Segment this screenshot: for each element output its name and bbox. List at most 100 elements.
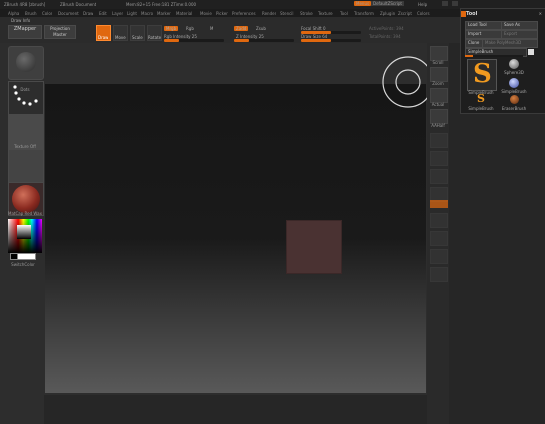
sculpted-object[interactable]	[286, 220, 342, 274]
texture-slot-label: Texture Off	[14, 144, 36, 149]
switch-color-button[interactable]: SwitchColor	[6, 262, 40, 267]
rotate-button[interactable]: Rotate	[147, 25, 162, 41]
active-points: ActivePoints: 394	[369, 26, 404, 31]
load-tool-button[interactable]: Load Tool	[465, 21, 502, 30]
scroll-label: Scroll	[432, 60, 444, 65]
zoom-icon[interactable]	[430, 67, 448, 82]
default-zscript-button[interactable]: DefaultZScript	[371, 1, 404, 6]
top-toolbar: Draw Info ZMapper Projection Master Draw…	[0, 17, 460, 43]
texture-slot[interactable]	[8, 149, 44, 183]
main-color-swatch[interactable]	[17, 253, 36, 260]
menu-item[interactable]: Picker	[216, 11, 228, 16]
memory-stats: Mem:82+15 Free:181 ZTime:0.000	[126, 2, 197, 7]
stroke-slot-label: Dots	[20, 87, 30, 92]
rgb-toggle[interactable]: Rgb	[186, 26, 194, 31]
current-tool-slider-fill	[465, 55, 474, 57]
persp-icon[interactable]	[430, 133, 448, 148]
menu-item[interactable]: Macro	[141, 11, 153, 16]
transp-icon[interactable]	[430, 267, 448, 282]
menu-item[interactable]: Preferences	[232, 11, 256, 16]
menu-item[interactable]: Colors	[417, 11, 430, 16]
m-toggle[interactable]: M	[210, 26, 213, 31]
help-button[interactable]: Help	[418, 2, 427, 7]
scroll-icon[interactable]	[430, 46, 448, 61]
menu-item[interactable]: Alpha	[8, 11, 19, 16]
scale-button[interactable]: Scale	[130, 25, 145, 41]
app-title: ZBrush 4R8 [zbrush]	[4, 2, 46, 7]
material-slot-label: MatCap Red Wax	[8, 211, 42, 216]
draw-size-fill	[301, 39, 331, 42]
menu-item[interactable]: Marker	[157, 11, 171, 16]
move-view-icon[interactable]	[430, 213, 448, 228]
document-canvas[interactable]	[45, 84, 426, 393]
eraser-brush-icon[interactable]	[510, 95, 519, 104]
floor-icon[interactable]	[430, 151, 448, 166]
current-tool-slider[interactable]	[465, 55, 523, 57]
secondary-color-swatch[interactable]	[10, 253, 18, 260]
menu-item[interactable]: Document	[58, 11, 79, 16]
menu-item[interactable]: Light	[127, 11, 137, 16]
menu-item[interactable]: Draw	[83, 11, 93, 16]
color-picker-square[interactable]	[17, 225, 31, 239]
menu-item[interactable]: Edit	[99, 11, 107, 16]
draw-info-label: Draw Info	[11, 18, 31, 23]
menu-item[interactable]: Transform	[354, 11, 374, 16]
draw-size-slider[interactable]	[301, 39, 361, 42]
sphere3d-icon[interactable]	[509, 59, 519, 69]
menu-item[interactable]: Texture	[318, 11, 333, 16]
save-as-button[interactable]: Save As	[501, 21, 538, 30]
menu-item[interactable]: Zplugin	[380, 11, 395, 16]
menu-item[interactable]: Zscript	[398, 11, 412, 16]
close-icon[interactable]: ✕	[539, 11, 542, 16]
menu-item[interactable]: Stroke	[300, 11, 313, 16]
color-picker[interactable]	[8, 219, 42, 253]
move-label: Move	[115, 35, 126, 40]
aahalf-icon[interactable]	[430, 109, 448, 124]
alpha-brush-icon[interactable]	[509, 78, 519, 88]
right-shelf: Scroll Zoom Actual AAHalf	[427, 43, 449, 424]
zoom-label: Zoom	[432, 81, 444, 86]
menu-item[interactable]: Color	[42, 11, 52, 16]
mrgb-toggle[interactable]: Mrgb	[164, 26, 179, 31]
menu-item[interactable]: Layer	[112, 11, 123, 16]
maximize-icon[interactable]	[452, 1, 458, 6]
total-points: TotalPoints: 394	[369, 34, 401, 39]
scale-label: Scale	[132, 35, 143, 40]
projection-master-button[interactable]: Projection Master	[44, 25, 76, 39]
actual-label: Actual	[431, 102, 445, 107]
simple-brush-small-label: SimpleBrush	[468, 106, 494, 111]
menu-item[interactable]: Stencil	[280, 11, 294, 16]
local-icon[interactable]	[430, 169, 448, 184]
actual-icon[interactable]	[430, 88, 448, 103]
draw-button[interactable]: Draw	[96, 25, 111, 41]
rotate-view-icon[interactable]	[430, 249, 448, 264]
menu-item[interactable]: Tool	[340, 11, 348, 16]
simple-brush-small-icon[interactable]: S	[477, 93, 485, 105]
scale-view-icon[interactable]	[430, 231, 448, 246]
rotate-label: Rotate	[148, 35, 162, 40]
zsub-toggle[interactable]: Zsub	[256, 26, 266, 31]
minimize-icon[interactable]	[442, 1, 448, 6]
left-shelf: SwitchColor	[0, 43, 44, 424]
menu-item[interactable]: Render	[262, 11, 276, 16]
menus-button[interactable]: Menus	[354, 1, 372, 6]
sphere3d-label: Sphere3D	[504, 70, 524, 75]
rgb-intensity-slider[interactable]	[164, 39, 224, 42]
brush-slot[interactable]	[8, 46, 44, 80]
export-button[interactable]: Export	[501, 30, 538, 39]
main-tool-thumbnail[interactable]: S	[467, 59, 497, 91]
menu-item[interactable]: Material	[176, 11, 192, 16]
import-button[interactable]: Import	[465, 30, 502, 39]
menu-item[interactable]: Brush	[25, 11, 37, 16]
move-button[interactable]: Move	[113, 25, 128, 41]
z-intensity-slider[interactable]	[234, 39, 294, 42]
alpha-brush-label: SimpleBrush	[501, 89, 527, 94]
menu-item[interactable]: Movie	[200, 11, 212, 16]
tool-r-icon[interactable]	[528, 49, 534, 55]
edit-indicator	[430, 200, 448, 208]
make-polymesh-button[interactable]: Make PolyMesh3D	[482, 39, 538, 48]
zmapper-button[interactable]: ZMapper	[8, 25, 42, 39]
canvas-area[interactable]	[44, 43, 434, 395]
zadd-toggle[interactable]: Zadd	[234, 26, 249, 31]
clone-button[interactable]: Clone	[465, 39, 483, 48]
